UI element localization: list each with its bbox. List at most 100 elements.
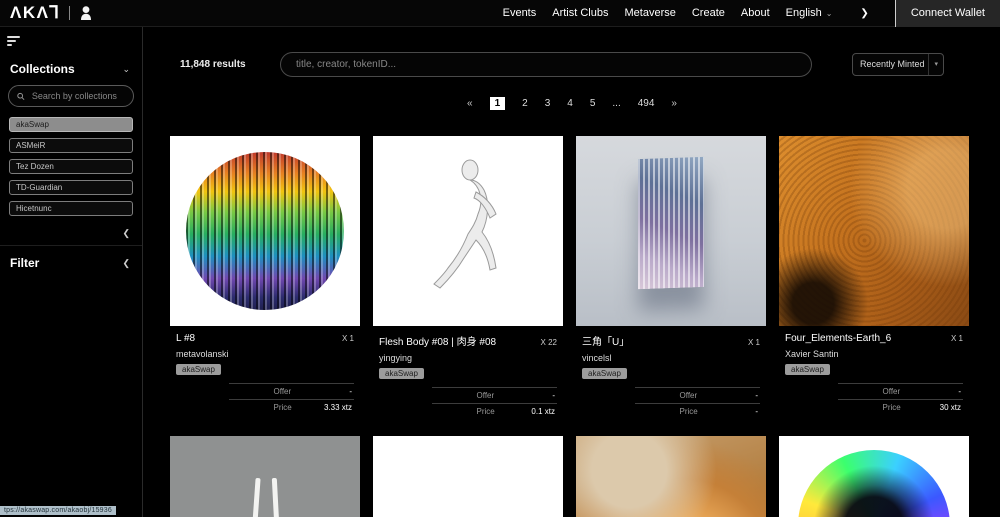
nft-image[interactable] — [779, 136, 969, 326]
nav-item-create[interactable]: Create — [692, 7, 725, 19]
offer-value: - — [552, 391, 555, 400]
nav-item-about[interactable]: About — [741, 7, 770, 19]
pagination: « 1 2 3 4 5 ... 494 » — [144, 97, 1000, 110]
pagination-page-1[interactable]: 1 — [489, 97, 506, 110]
pagination-page-4[interactable]: 4 — [567, 98, 573, 109]
nft-image[interactable] — [576, 436, 766, 517]
artwork-brush-stroke — [252, 477, 261, 517]
collections-collapse-row: ❮ — [0, 222, 142, 245]
pagination-page-5[interactable]: 5 — [590, 98, 596, 109]
nft-card[interactable]: Four_Elements-Earth_6 X 1 Xavier Santin … — [779, 136, 969, 419]
pagination-page-494[interactable]: 494 — [638, 98, 655, 109]
nft-grid: L #8 X 1 metavolanski akaSwap Offer - Pr… — [170, 136, 1000, 517]
connect-wallet-button[interactable]: Connect Wallet — [894, 0, 1000, 27]
pagination-page-3[interactable]: 3 — [545, 98, 551, 109]
nft-card[interactable]: 三角「U」 X 1 vincelsl akaSwap Offer - Price… — [576, 136, 766, 419]
price-value: 30 xtz — [939, 403, 961, 412]
bust-icon-svg — [81, 6, 92, 20]
price-label: Price — [882, 403, 901, 412]
offer-row: Offer - — [635, 387, 760, 403]
price-label: Price — [273, 403, 292, 412]
collection-tag[interactable]: akaSwap — [176, 364, 221, 375]
offer-value: - — [755, 391, 758, 400]
collection-item-td-guardian[interactable]: TD-Guardian — [9, 180, 133, 195]
nft-title[interactable]: L #8 — [176, 333, 195, 344]
edition-count: X 1 — [747, 338, 760, 347]
nft-card[interactable] — [779, 436, 969, 517]
nft-image[interactable] — [170, 136, 360, 326]
edition-count: X 1 — [341, 334, 354, 343]
nft-image[interactable] — [170, 436, 360, 517]
nft-image[interactable] — [373, 436, 563, 517]
nft-image[interactable] — [779, 436, 969, 517]
collections-section-header[interactable]: Collections ⌄ — [0, 53, 142, 85]
offer-label: Offer — [476, 391, 495, 400]
price-label: Price — [476, 407, 495, 416]
collection-item-asmeir[interactable]: ASMeiR — [9, 138, 133, 153]
slider-bar — [7, 44, 12, 46]
creator-name[interactable]: Xavier Santin — [785, 349, 963, 359]
chevron-left-icon: ❮ — [122, 257, 130, 268]
artist-bust-icon[interactable] — [79, 5, 93, 21]
pagination-last-button[interactable]: » — [671, 98, 677, 109]
price-value: 0.1 xtz — [531, 407, 555, 416]
filter-section-header[interactable]: Filter ❮ — [0, 245, 142, 280]
collections-label: Collections — [10, 62, 75, 76]
card-stats: Offer - Price - — [582, 387, 760, 419]
token-search-input[interactable] — [294, 57, 798, 71]
offer-value: - — [349, 387, 352, 396]
collection-tag[interactable]: akaSwap — [785, 364, 830, 375]
nav-menu: Events Artist Clubs Metaverse Create Abo… — [503, 0, 1000, 27]
price-row: Price 30 xtz — [838, 399, 963, 415]
card-info: L #8 X 1 metavolanski akaSwap Offer - Pr… — [170, 326, 360, 415]
offer-value: - — [958, 387, 961, 396]
creator-name[interactable]: vincelsl — [582, 353, 760, 363]
nft-image[interactable] — [576, 136, 766, 326]
nft-card[interactable] — [576, 436, 766, 517]
filter-sliders-icon[interactable] — [0, 27, 20, 48]
price-row: Price 0.1 xtz — [432, 403, 557, 419]
nft-title[interactable]: Flesh Body #08 | 肉身 #08 — [379, 333, 496, 348]
chevron-left-icon[interactable]: ❮ — [122, 228, 130, 238]
creator-name[interactable]: metavolanski — [176, 349, 354, 359]
collections-search-input[interactable] — [29, 90, 125, 102]
main-content: 11,848 results Recently Minted ▾ « 1 2 3… — [144, 27, 1000, 517]
results-toolbar: 11,848 results Recently Minted ▾ — [180, 51, 1000, 77]
collection-tag[interactable]: akaSwap — [379, 368, 424, 379]
top-navbar: ΛKΛ⅂ Events Artist Clubs Metaverse Creat… — [0, 0, 1000, 27]
nft-card[interactable] — [170, 436, 360, 517]
collection-tag[interactable]: akaSwap — [582, 368, 627, 379]
sort-dropdown[interactable]: Recently Minted ▾ — [852, 52, 944, 76]
offer-label: Offer — [882, 387, 901, 396]
navbar-chevron-right-icon[interactable]: ❯ — [848, 8, 878, 19]
pagination-page-2[interactable]: 2 — [522, 98, 528, 109]
chevron-down-icon: ⌄ — [122, 63, 130, 74]
creator-name[interactable]: yingying — [379, 353, 557, 363]
nft-card[interactable] — [373, 436, 563, 517]
logo[interactable]: ΛKΛ⅂ — [10, 3, 60, 23]
nav-item-events[interactable]: Events — [503, 7, 537, 19]
nft-card[interactable]: L #8 X 1 metavolanski akaSwap Offer - Pr… — [170, 136, 360, 419]
card-stats: Offer - Price 3.33 xtz — [176, 383, 354, 415]
language-label: English — [785, 7, 822, 19]
nft-title[interactable]: Four_Elements-Earth_6 — [785, 333, 891, 344]
nav-item-artist-clubs[interactable]: Artist Clubs — [552, 7, 608, 19]
language-selector[interactable]: English ⌄ — [786, 7, 833, 19]
card-stats: Offer - Price 30 xtz — [785, 383, 963, 415]
nav-item-metaverse[interactable]: Metaverse — [625, 7, 676, 19]
pagination-first-button[interactable]: « — [467, 98, 473, 109]
collection-item-hicetnunc[interactable]: Hicetnunc — [9, 201, 133, 216]
collection-item-tez-dozen[interactable]: Tez Dozen — [9, 159, 133, 174]
card-stats: Offer - Price 0.1 xtz — [379, 387, 557, 419]
filter-label: Filter — [10, 256, 40, 270]
nft-image[interactable] — [373, 136, 563, 326]
offer-row: Offer - — [838, 383, 963, 399]
artwork-rainbow-circle — [798, 450, 950, 517]
pagination-ellipsis: ... — [612, 98, 621, 109]
sort-selected-value: Recently Minted — [860, 59, 925, 69]
slider-bar — [7, 40, 16, 42]
nft-title[interactable]: 三角「U」 — [582, 333, 629, 348]
nft-card[interactable]: Flesh Body #08 | 肉身 #08 X 22 yingying ak… — [373, 136, 563, 419]
collection-item-akaswap[interactable]: akaSwap — [9, 117, 133, 132]
offer-row: Offer - — [432, 387, 557, 403]
